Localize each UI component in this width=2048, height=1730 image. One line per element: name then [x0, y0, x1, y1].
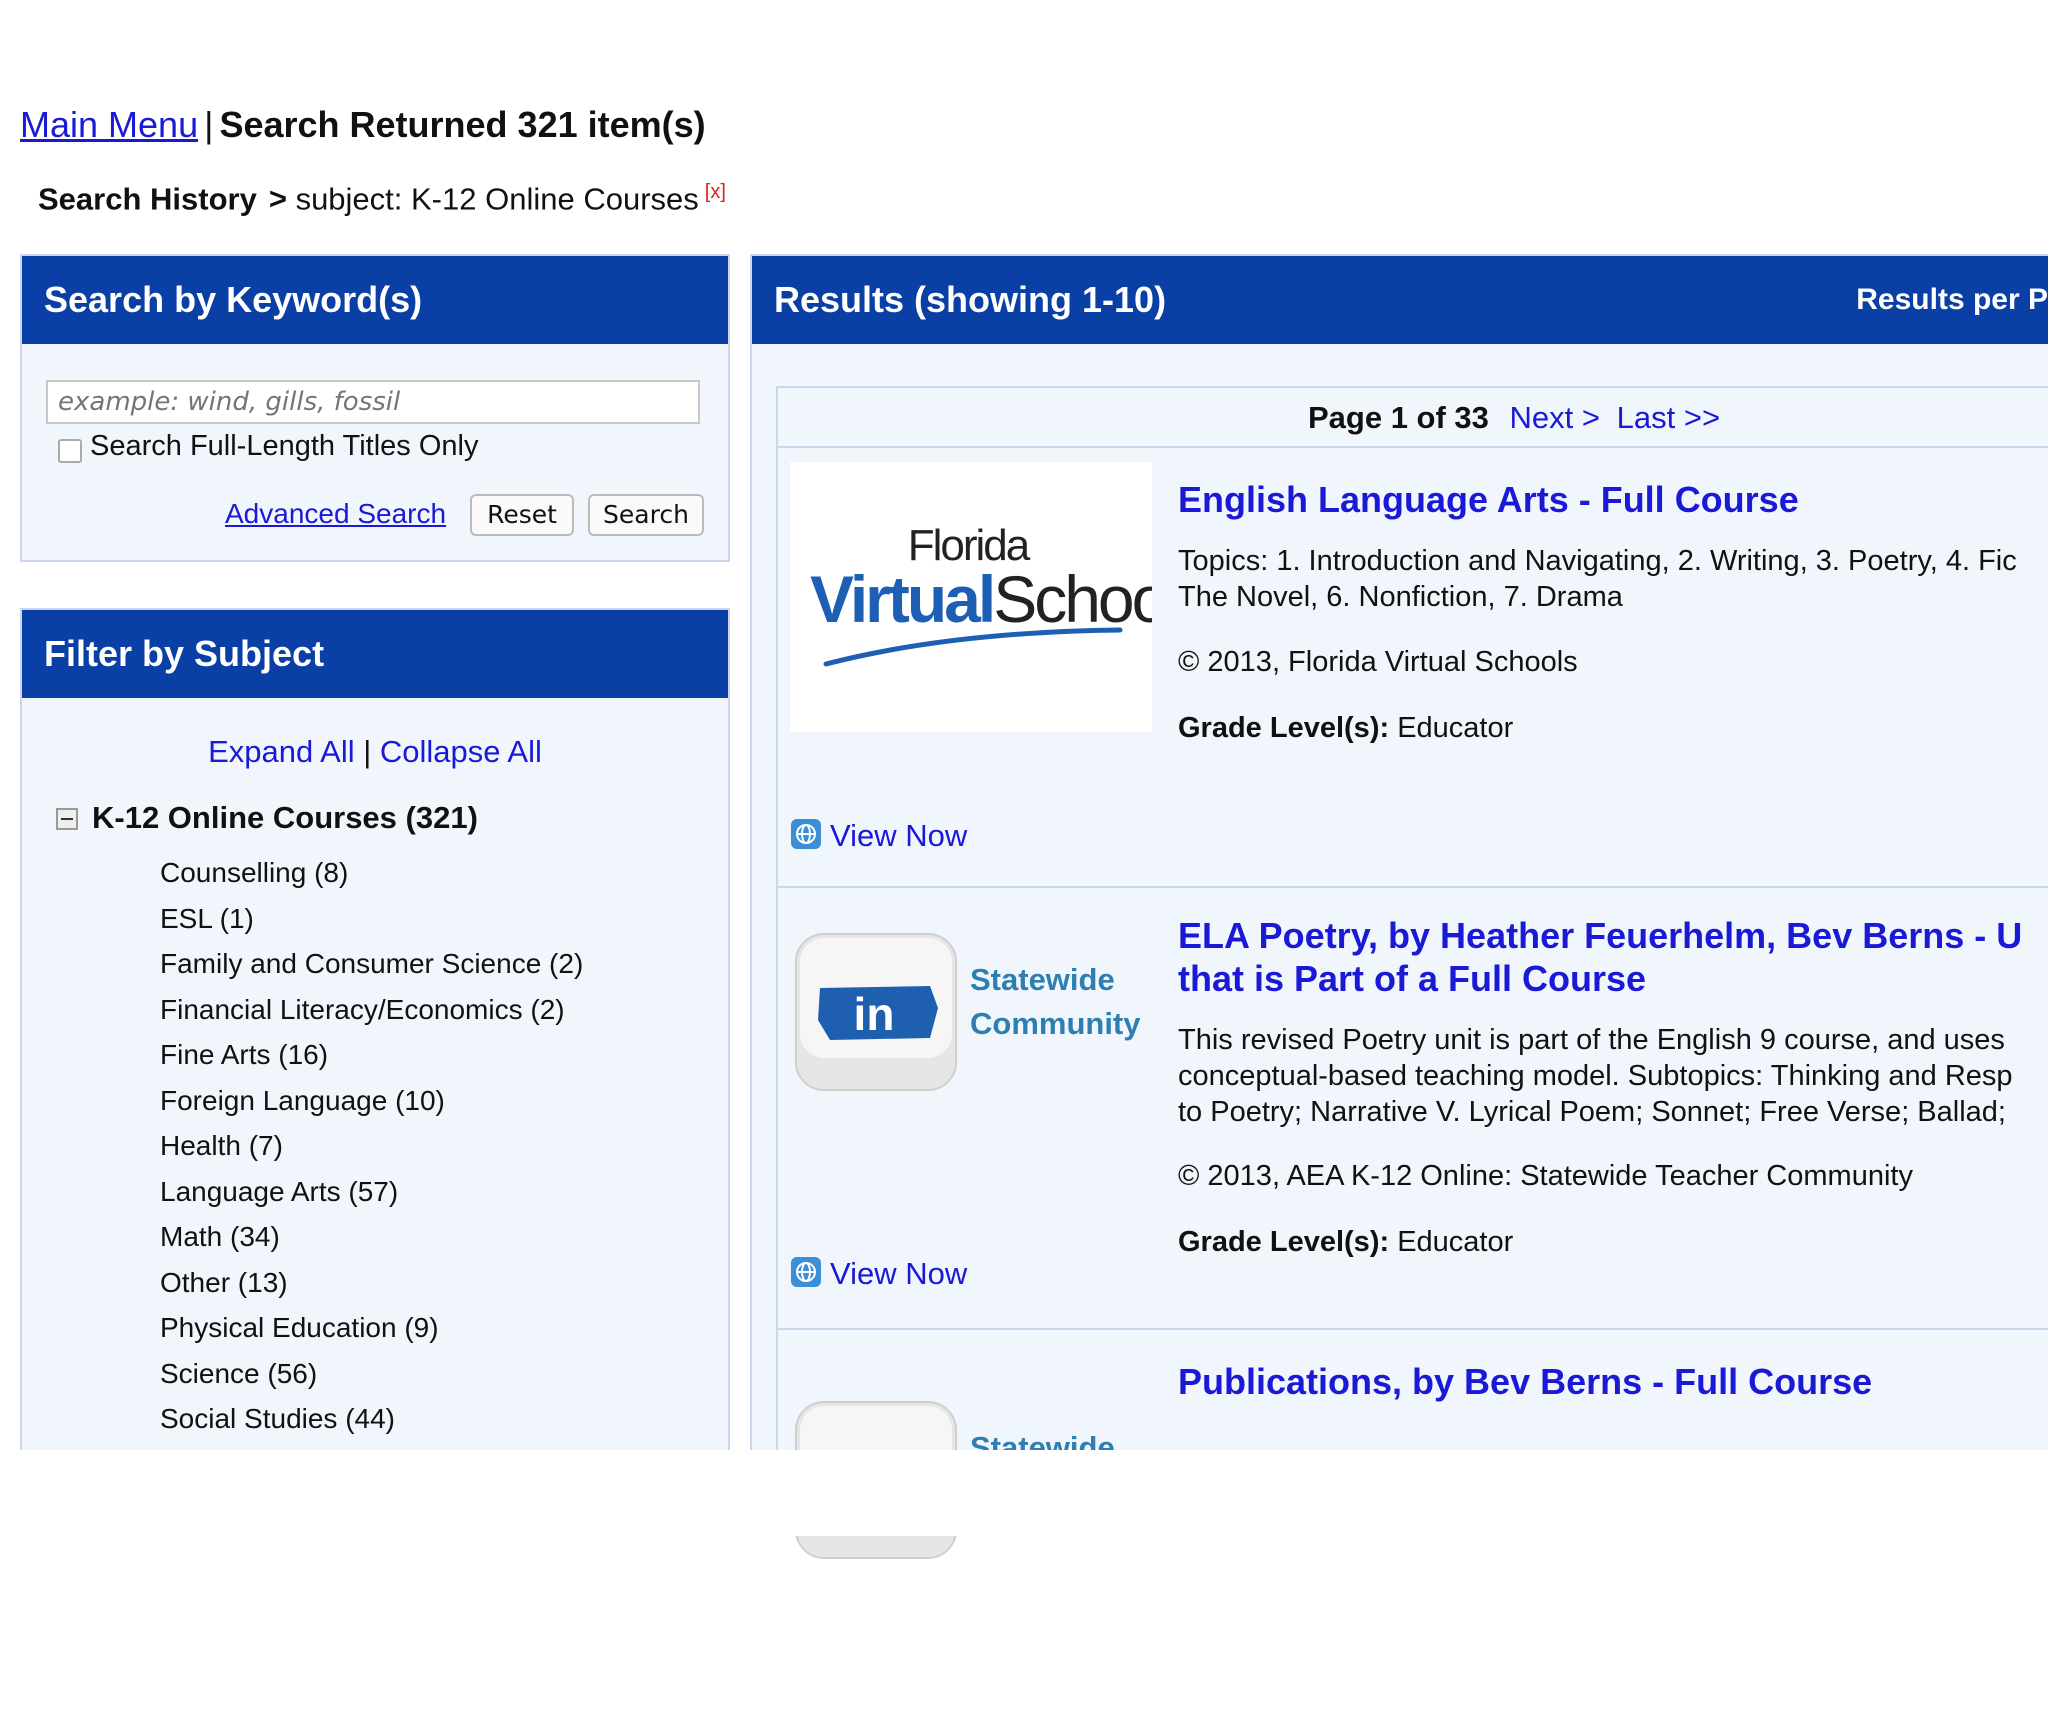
bottom-margin — [0, 1450, 2048, 1536]
grade-level-value: Educator — [1397, 1226, 1514, 1258]
result-grade-level: Grade Level(s): Educator — [1178, 1226, 1513, 1259]
result-description-line: conceptual-based teaching model. Subtopi… — [1178, 1060, 2013, 1092]
reset-button[interactable]: Reset — [470, 494, 574, 536]
result-description-line: This revised Poetry unit is part of the … — [1178, 1024, 2005, 1056]
subject-item[interactable]: Counselling (8) — [160, 850, 583, 896]
result-title-link[interactable]: English Language Arts - Full Course — [1178, 478, 1799, 521]
expand-collapse-row: Expand All | Collapse All — [22, 734, 728, 770]
results-header: Results (showing 1-10) Results per P — [752, 256, 2048, 344]
result-item: in Statewide Community ELA Poetry, by He… — [778, 888, 2048, 1330]
subject-item[interactable]: Other (13) — [160, 1260, 583, 1306]
logo-mark-text: in — [854, 988, 895, 1040]
globe-icon — [790, 818, 822, 858]
keyword-search-panel: Search by Keyword(s) Search Full-Length … — [20, 254, 730, 562]
result-title-link[interactable]: Publications, by Bev Berns - Full Course — [1178, 1360, 1872, 1403]
view-now-link[interactable]: View Now — [790, 818, 967, 858]
grade-level-label: Grade Level(s): — [1178, 712, 1390, 744]
result-description-line: Topics: 1. Introduction and Navigating, … — [1178, 545, 2017, 577]
page-header: Main Menu | Search Returned 321 item(s) — [20, 104, 706, 146]
result-item: Florida VirtualSchool English Language A… — [778, 450, 2048, 888]
full-length-titles-label: Search Full-Length Titles Only — [90, 430, 479, 462]
subject-item[interactable]: Foreign Language (10) — [160, 1078, 583, 1124]
florida-virtual-school-logo[interactable]: Florida VirtualSchool — [790, 462, 1180, 732]
page-indicator: Page 1 of 33 — [1308, 400, 1489, 435]
last-page-link[interactable]: Last >> — [1617, 400, 1720, 435]
advanced-search-link[interactable]: Advanced Search — [225, 498, 446, 530]
keyword-panel-title: Search by Keyword(s) — [22, 256, 728, 344]
logo-community-text: Community — [970, 1006, 1141, 1041]
logo-statewide-text: Statewide — [970, 962, 1115, 997]
remove-filter-link[interactable]: [x] — [705, 181, 726, 203]
subject-panel-title: Filter by Subject — [22, 610, 728, 698]
search-button[interactable]: Search — [588, 494, 704, 536]
results-panel: Results (showing 1-10) Results per P Pag… — [750, 254, 2048, 1559]
collapse-minus-icon[interactable] — [56, 808, 78, 830]
subject-item[interactable]: Language Arts (57) — [160, 1169, 583, 1215]
search-result-count: Search Returned 321 item(s) — [219, 104, 706, 145]
result-description-line: The Novel, 6. Nonfiction, 7. Drama — [1178, 581, 1623, 613]
subject-item[interactable]: Fine Arts (16) — [160, 1032, 583, 1078]
subject-item[interactable]: Family and Consumer Science (2) — [160, 941, 583, 987]
pagination: Page 1 of 33 Next > Last >> — [778, 388, 2048, 448]
logo-virtual-text: Virtual — [810, 562, 993, 636]
result-title-link-continued[interactable]: that is Part of a Full Course — [1178, 957, 1646, 1000]
result-title-link[interactable]: ELA Poetry, by Heather Feuerhelm, Bev Be… — [1178, 914, 2022, 957]
subject-item[interactable]: Math (34) — [160, 1214, 583, 1260]
subject-item[interactable]: Social Studies (44) — [160, 1396, 583, 1442]
view-now-link[interactable]: View Now — [790, 1256, 967, 1296]
subject-item[interactable]: Financial Literacy/Economics (2) — [160, 987, 583, 1033]
expand-all-link[interactable]: Expand All — [208, 734, 355, 769]
subject-item[interactable]: ESL (1) — [160, 896, 583, 942]
full-length-titles-checkbox[interactable] — [58, 439, 82, 463]
view-now-label: View Now — [830, 1256, 968, 1292]
globe-icon — [790, 1256, 822, 1296]
search-history-label: Search History — [38, 181, 257, 217]
logo-school-text: School — [993, 562, 1152, 636]
expand-collapse-divider: | — [363, 734, 372, 769]
result-copyright: © 2013, Florida Virtual Schools — [1178, 646, 1578, 678]
result-copyright: © 2013, AEA K-12 Online: Statewide Teach… — [1178, 1160, 1913, 1192]
header-separator: | — [204, 104, 214, 145]
search-history: Search History > subject: K-12 Online Cou… — [38, 181, 726, 217]
svg-text:VirtualSchool: VirtualSchool — [810, 562, 1152, 636]
subject-item[interactable]: Science (56) — [160, 1351, 583, 1397]
main-menu-link[interactable]: Main Menu — [20, 104, 198, 145]
collapse-all-link[interactable]: Collapse All — [380, 734, 542, 769]
history-query: subject: K-12 Online Courses — [295, 181, 699, 217]
subject-item[interactable]: Physical Education (9) — [160, 1305, 583, 1351]
result-grade-level: Grade Level(s): Educator — [1178, 712, 1513, 745]
view-now-label: View Now — [830, 818, 968, 854]
subject-item[interactable]: Health (7) — [160, 1123, 583, 1169]
statewide-community-logo[interactable]: in Statewide Community — [790, 928, 1152, 1198]
results-list: Page 1 of 33 Next > Last >> Florida Virt… — [776, 386, 2048, 1559]
keyword-search-input[interactable] — [46, 380, 700, 424]
grade-level-label: Grade Level(s): — [1178, 1226, 1390, 1258]
results-per-page-label[interactable]: Results per P — [1856, 256, 2048, 344]
history-arrow: > — [268, 181, 287, 217]
subject-list: Counselling (8) ESL (1) Family and Consu… — [160, 850, 583, 1442]
next-page-link[interactable]: Next > — [1510, 400, 1600, 435]
result-description-line: to Poetry; Narrative V. Lyrical Poem; So… — [1178, 1096, 2006, 1128]
subject-root-label: K-12 Online Courses (321) — [92, 800, 478, 835]
grade-level-value: Educator — [1397, 712, 1514, 744]
results-title: Results (showing 1-10) — [774, 279, 1167, 320]
subject-tree-root[interactable]: K-12 Online Courses (321) — [56, 800, 478, 836]
subject-filter-panel: Filter by Subject Expand All | Collapse … — [20, 608, 730, 1508]
